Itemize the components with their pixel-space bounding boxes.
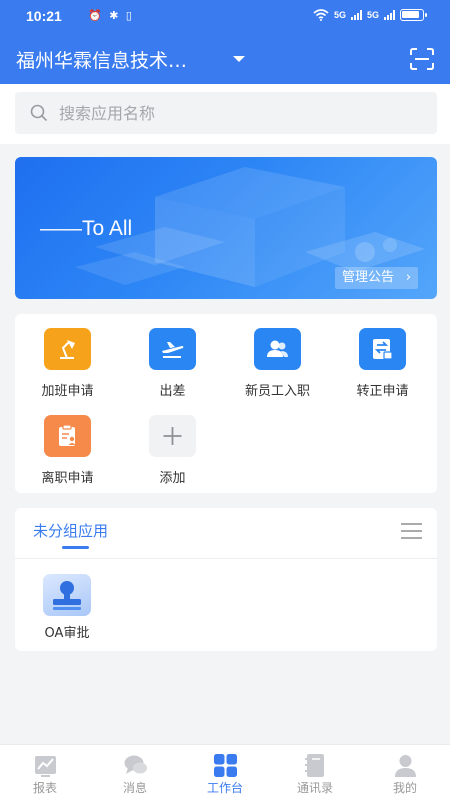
search-input[interactable] <box>59 102 419 124</box>
announcement-banner[interactable]: ——To All 管理公告 › <box>15 157 437 299</box>
app-label: 转正申请 <box>356 384 409 399</box>
signal-icon <box>350 10 362 20</box>
nav-label: 消息 <box>122 781 147 795</box>
app-label: 新员工入职 <box>244 384 310 399</box>
tab-ungrouped-apps[interactable]: 未分组应用 <box>33 520 108 541</box>
status-right-icons: 5G 5G <box>313 9 427 21</box>
company-selector[interactable]: 福州华霖信息技术… <box>16 46 216 73</box>
person-icon <box>395 755 416 777</box>
app-label: 加班申请 <box>41 384 94 399</box>
desk-lamp-icon <box>44 328 91 370</box>
menu-icon[interactable] <box>401 523 422 539</box>
quick-apps-card: 加班申请 出差 新员工入职 转正申请 离职申请 添加 <box>15 314 437 493</box>
app-label: 添加 <box>159 471 186 486</box>
app-resignation-request[interactable]: 离职申请 <box>15 415 120 486</box>
app-business-trip[interactable]: 出差 <box>120 328 225 399</box>
app-label: 出差 <box>159 384 186 399</box>
search-icon <box>30 104 48 122</box>
contacts-book-icon <box>305 754 324 777</box>
app-group-card: 未分组应用 OA审批 <box>15 508 437 651</box>
app-regularization-request[interactable]: 转正申请 <box>330 328 435 399</box>
banner-slogan: ——To All <box>40 217 133 240</box>
chevron-down-icon[interactable] <box>233 56 245 62</box>
plus-icon <box>149 415 196 457</box>
divider <box>15 558 437 559</box>
nav-label: 报表 <box>32 781 57 795</box>
network-label: 5G <box>333 10 346 20</box>
tab-indicator <box>62 546 89 549</box>
grid-icon <box>214 754 237 777</box>
airplane-icon <box>149 328 196 370</box>
stamp-icon <box>43 574 91 616</box>
app-label: 离职申请 <box>41 471 94 486</box>
battery-icon <box>400 9 427 21</box>
clipboard-person-icon <box>44 415 91 457</box>
signal-icon-2 <box>384 10 395 20</box>
nav-messages[interactable]: 消息 <box>90 745 180 800</box>
status-left-icons: ⏰ ✱ ▯ <box>88 9 134 22</box>
bottom-navigation: 报表 消息 工作台 通讯录 我的 <box>0 744 450 800</box>
status-bar: 10:21 ⏰ ✱ ▯ 5G 5G <box>0 0 450 32</box>
notice-button-label: 管理公告 <box>342 270 395 285</box>
search-bar[interactable] <box>15 92 437 134</box>
transfer-document-icon <box>359 328 406 370</box>
app-add[interactable]: 添加 <box>120 415 225 486</box>
nav-reports[interactable]: 报表 <box>0 745 90 800</box>
notice-management-button[interactable]: 管理公告 › <box>335 267 419 289</box>
search-section <box>0 84 450 144</box>
nav-label: 通讯录 <box>296 781 333 795</box>
app-oa-approval[interactable]: OA审批 <box>35 574 99 641</box>
scan-icon[interactable] <box>410 48 434 70</box>
wifi-icon <box>313 9 329 21</box>
nav-me[interactable]: 我的 <box>360 745 450 800</box>
app-label: OA审批 <box>44 626 90 641</box>
app-new-employee-onboarding[interactable]: 新员工入职 <box>225 328 330 399</box>
network-label-2: 5G <box>366 10 379 20</box>
nav-label: 工作台 <box>206 781 243 795</box>
users-icon <box>254 328 301 370</box>
chevron-right-icon: › <box>405 270 412 285</box>
chat-bubble-icon <box>124 755 147 774</box>
nav-contacts[interactable]: 通讯录 <box>270 745 360 800</box>
app-overtime-request[interactable]: 加班申请 <box>15 328 120 399</box>
nav-label: 我的 <box>392 781 417 795</box>
status-time: 10:21 <box>26 8 62 24</box>
top-header: 10:21 ⏰ ✱ ▯ 5G 5G 福州华霖信息技术… <box>0 0 450 84</box>
chart-icon <box>35 756 56 777</box>
nav-workbench[interactable]: 工作台 <box>180 745 270 800</box>
